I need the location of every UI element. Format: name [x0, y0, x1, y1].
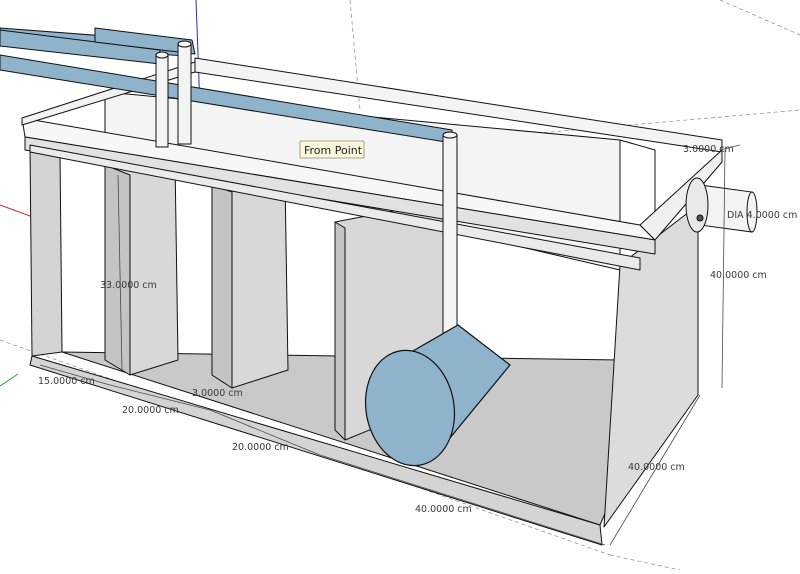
dim-height-right: 40.0000 cm: [710, 270, 767, 281]
partition-1-side[interactable]: [104, 164, 131, 376]
dim-front-40: 40.0000 cm: [415, 504, 472, 515]
axis-green: [0, 373, 19, 387]
post-left[interactable]: [155, 54, 169, 148]
dim-pipe-dia: DIA 4.0000 cm: [727, 210, 797, 221]
partition-2-side[interactable]: [211, 184, 233, 389]
dim-top-thickness: 3.0000 cm: [683, 144, 734, 155]
post-front[interactable]: [442, 134, 458, 346]
dim-divider-3: 3.0000 cm: [192, 388, 243, 399]
dim-front-20b: 20.0000 cm: [232, 442, 289, 453]
side-outlet: [685, 177, 758, 233]
dim-depth-40: 40.0000 cm: [628, 462, 685, 473]
tooltip-text: From Point: [304, 144, 363, 157]
partition-3-side[interactable]: [334, 221, 346, 441]
model-canvas[interactable]: 3.0000 cm DIA 4.0000 cm 40.0000 cm 33.00…: [0, 0, 800, 571]
flange-bolt: [696, 214, 704, 222]
post-back[interactable]: [177, 43, 192, 145]
post-left-cap: [155, 51, 169, 59]
dim-front-20a: 20.0000 cm: [122, 405, 179, 416]
post-back-cap: [177, 40, 192, 48]
flange[interactable]: [685, 177, 709, 233]
dim-height-inner: 33.0000 cm: [100, 280, 157, 291]
inference-tooltip: From Point: [299, 140, 365, 159]
axis-red: [0, 204, 31, 217]
post-front-cap: [442, 131, 458, 139]
dim-front-15: 15.0000 cm: [38, 376, 95, 387]
sketchup-viewport[interactable]: 3.0000 cm DIA 4.0000 cm 40.0000 cm 33.00…: [0, 0, 800, 571]
left-wall[interactable]: [29, 144, 63, 357]
